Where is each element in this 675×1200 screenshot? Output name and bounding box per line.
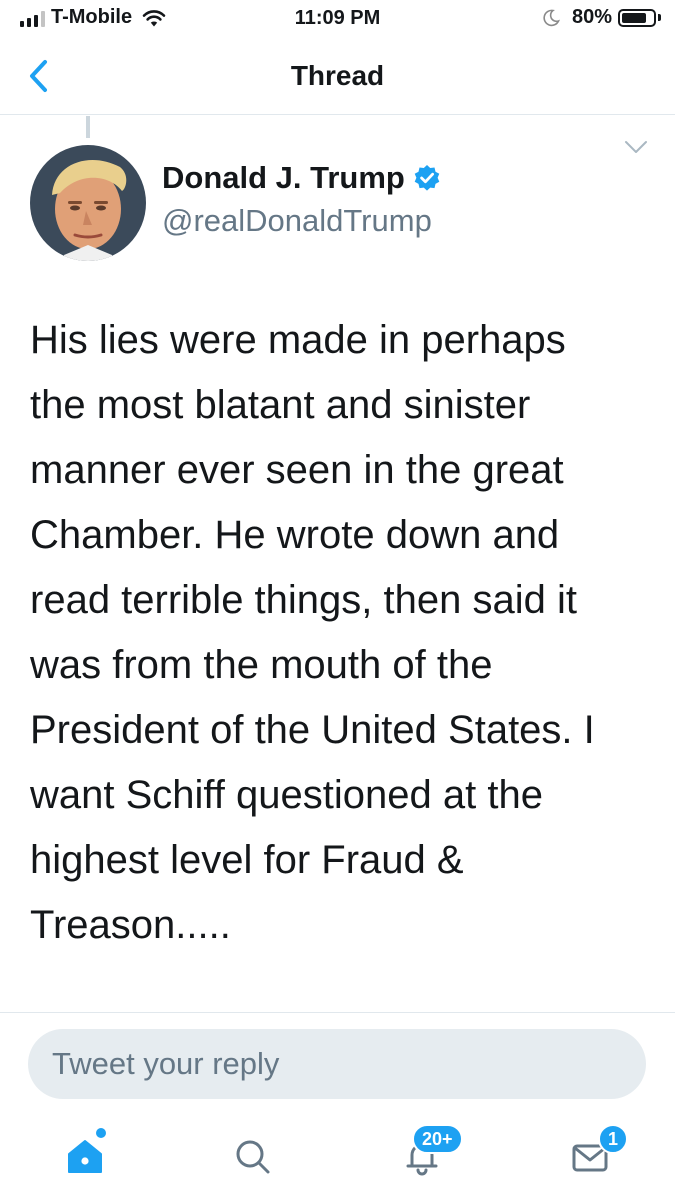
- avatar-image: [30, 145, 146, 261]
- tab-search[interactable]: [222, 1126, 282, 1186]
- search-icon: [236, 1140, 270, 1174]
- author-name[interactable]: Donald J. Trump: [162, 160, 405, 196]
- battery-fill: [622, 12, 646, 23]
- home-unread-dot: [96, 1128, 106, 1138]
- avatar[interactable]: [30, 145, 146, 261]
- notifications-badge: 20+: [412, 1124, 463, 1154]
- thread-connector-line: [86, 116, 90, 138]
- battery-percent: 80%: [571, 6, 612, 28]
- battery-icon: [618, 8, 656, 27]
- home-icon: [68, 1140, 102, 1173]
- battery-tip: [658, 14, 661, 21]
- moon-icon: [543, 9, 560, 26]
- chevron-down-icon[interactable]: [623, 138, 649, 156]
- author-name-row[interactable]: Donald J. Trump: [162, 160, 441, 196]
- nav-bar: Thread: [0, 40, 675, 115]
- tab-bar: [0, 1112, 675, 1200]
- messages-badge: 1: [598, 1124, 628, 1154]
- verified-badge-icon: [414, 165, 440, 191]
- status-bar: T-Mobile 11:09 PM 80%: [0, 0, 675, 40]
- status-bar-right: 80%: [542, 6, 661, 29]
- reply-placeholder: Tweet your reply: [52, 1046, 280, 1081]
- author-handle[interactable]: @realDonaldTrump: [162, 203, 432, 239]
- tweet-text: His lies were made in perhaps the most b…: [30, 318, 595, 947]
- tab-home[interactable]: [55, 1126, 115, 1186]
- page-title: Thread: [290, 60, 385, 91]
- reply-bar: Tweet your reply: [0, 1012, 675, 1112]
- reply-input[interactable]: Tweet your reply: [28, 1029, 646, 1099]
